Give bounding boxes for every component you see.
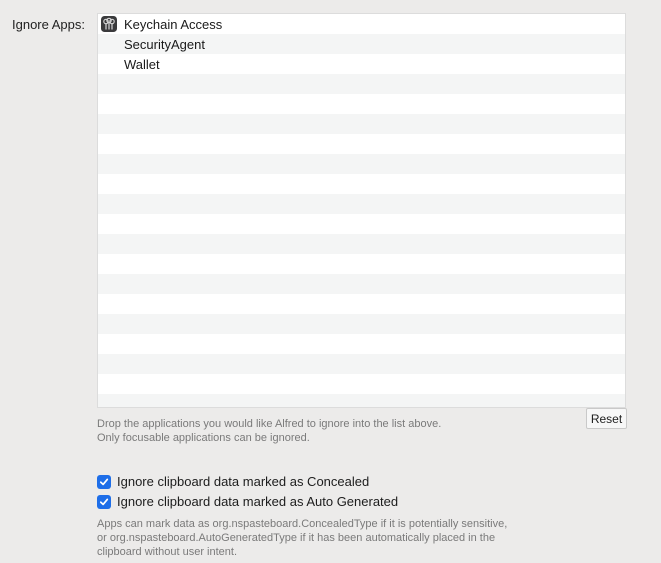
empty-row — [98, 234, 625, 254]
ignored-apps-list[interactable]: Keychain Access SecurityAgent Wallet — [97, 13, 626, 408]
empty-row — [98, 254, 625, 274]
ignore-apps-label: Ignore Apps: — [12, 17, 85, 32]
list-item-securityagent[interactable]: SecurityAgent — [98, 34, 625, 54]
auto-generated-checkbox[interactable] — [97, 494, 111, 509]
ignore-concealed-option[interactable]: Ignore clipboard data marked as Conceale… — [97, 474, 369, 489]
pasteboard-note-line-2: or org.nspasteboard.AutoGeneratedType if… — [97, 532, 496, 544]
empty-row — [98, 154, 625, 174]
empty-row — [98, 94, 625, 114]
empty-row — [98, 374, 625, 394]
pasteboard-note-line-3: clipboard without user intent. — [97, 546, 238, 558]
empty-row — [98, 314, 625, 334]
app-name: SecurityAgent — [124, 36, 205, 52]
app-name: Keychain Access — [124, 16, 223, 32]
drop-hint-line-2: Only focusable applications can be ignor… — [97, 432, 310, 444]
list-item-wallet[interactable]: Wallet — [98, 54, 625, 74]
list-item-keychain-access[interactable]: Keychain Access — [98, 14, 625, 34]
empty-row — [98, 74, 625, 94]
empty-row — [98, 394, 625, 407]
ignore-auto-generated-option[interactable]: Ignore clipboard data marked as Auto Gen… — [97, 494, 398, 509]
empty-row — [98, 114, 625, 134]
checkmark-icon — [99, 478, 109, 485]
concealed-checkbox-label: Ignore clipboard data marked as Conceale… — [117, 474, 370, 489]
empty-row — [98, 334, 625, 354]
empty-row — [98, 194, 625, 214]
empty-row — [98, 214, 625, 234]
auto-generated-checkbox-label: Ignore clipboard data marked as Auto Gen… — [117, 494, 399, 509]
keychain-icon — [101, 16, 117, 32]
app-name: Wallet — [124, 56, 160, 72]
concealed-checkbox[interactable] — [97, 474, 111, 489]
empty-row — [98, 134, 625, 154]
drop-hint-line-1: Drop the applications you would like Alf… — [97, 418, 442, 430]
pasteboard-note-line-1: Apps can mark data as org.nspasteboard.C… — [97, 518, 508, 530]
reset-button[interactable]: Reset — [586, 408, 627, 429]
checkmark-icon — [99, 498, 109, 505]
empty-row — [98, 174, 625, 194]
empty-row — [98, 274, 625, 294]
empty-row — [98, 294, 625, 314]
empty-row — [98, 354, 625, 374]
